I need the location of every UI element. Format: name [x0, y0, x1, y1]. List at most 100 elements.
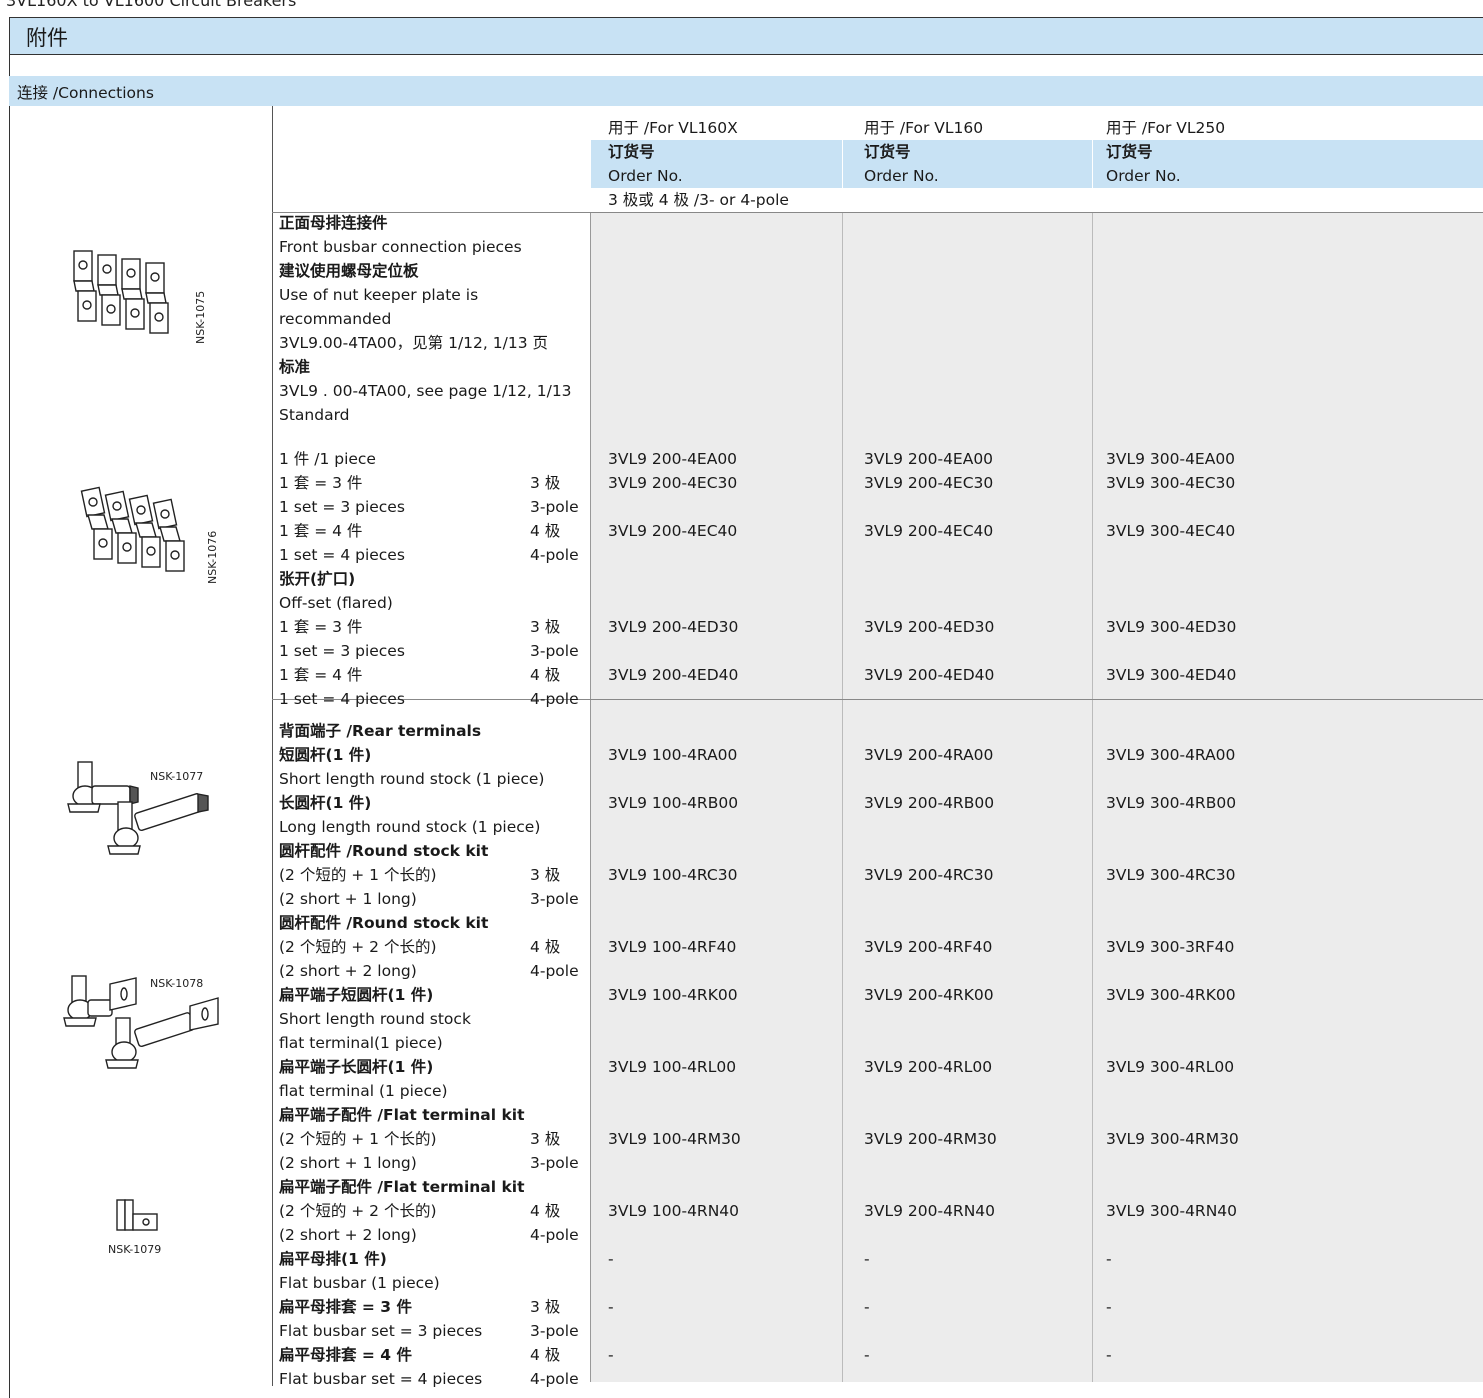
page-title: 附件: [26, 26, 68, 50]
row-description: 扁平端子长圆杆(1 件): [279, 1058, 434, 1076]
order-number-vl250: 3VL9 300-4RL00: [1106, 1058, 1235, 1076]
order-number-vl250: 3VL9 300-4EA00: [1106, 450, 1236, 468]
block1-line: 3VL9 . 00-4TA00, see page 1/12, 1/13: [279, 382, 572, 400]
row-description: 1 套 = 4 件: [279, 522, 363, 540]
image-label: NSK-1076: [206, 530, 219, 584]
row-description: 扁平端子配件 /Flat terminal kit: [279, 1106, 525, 1124]
order-number-vl160x: 3VL9 200-4EA00: [608, 450, 738, 468]
row-description: 1 set = 4 pieces: [279, 690, 405, 708]
order-number-vl250: 3VL9 300-4RB00: [1106, 794, 1237, 812]
row-description: (2 short + 1 long): [279, 890, 417, 908]
row-pole: 4 极: [530, 938, 561, 956]
divider-image-col: [272, 106, 273, 1386]
col2-order-en: Order No.: [864, 167, 939, 185]
order-number-vl250: 3VL9 300-4RA00: [1106, 746, 1236, 764]
block1-line: 正面母排连接件: [279, 214, 388, 232]
row-pole: 3 极: [530, 1130, 561, 1148]
order-number-vl160: -: [864, 1346, 870, 1364]
flat-busbar-icon: [116, 1199, 158, 1231]
order-number-vl160x: 3VL9 100-4RC30: [608, 866, 738, 884]
order-number-vl160: 3VL9 200-4ED30: [864, 618, 995, 636]
row-description: 1 套 = 3 件: [279, 474, 363, 492]
block1-line: 建议使用螺母定位板: [279, 262, 419, 280]
row-description: 圆杆配件 /Round stock kit: [279, 842, 489, 860]
col3-for: 用于 /For VL250: [1106, 119, 1226, 137]
row-description: (2 个短的 + 2 个长的): [279, 938, 437, 956]
row-description: 1 set = 3 pieces: [279, 642, 405, 660]
row-description: 圆杆配件 /Round stock kit: [279, 914, 489, 932]
row-description: flat terminal (1 piece): [279, 1082, 448, 1100]
row-description: 1 套 = 3 件: [279, 618, 363, 636]
order-number-vl160: 3VL9 200-4RL00: [864, 1058, 993, 1076]
row-description: 扁平母排套 = 3 件: [279, 1298, 412, 1316]
order-number-vl250: -: [1106, 1250, 1112, 1268]
col3-order-en: Order No.: [1106, 167, 1181, 185]
order-number-vl160x: 3VL9 100-4RM30: [608, 1130, 741, 1148]
col1-order-en: Order No.: [608, 167, 683, 185]
order-number-vl160: 3VL9 200-4RC30: [864, 866, 994, 884]
order-number-vl160x: 3VL9 200-4ED30: [608, 618, 739, 636]
col2-order-cn: 订货号: [864, 143, 911, 161]
row-pole: 4 极: [530, 1202, 561, 1220]
order-number-vl160x: 3VL9 100-4RB00: [608, 794, 739, 812]
row-pole: 4 极: [530, 666, 561, 684]
order-number-vl160: 3VL9 200-4RA00: [864, 746, 994, 764]
row-description: Long length round stock (1 piece): [279, 818, 541, 836]
order-number-vl250: 3VL9 300-4RK00: [1106, 986, 1236, 1004]
row-description: 长圆杆(1 件): [279, 794, 372, 812]
row-description: 短圆杆(1 件): [279, 746, 372, 764]
order-number-vl250: 3VL9 300-4EC30: [1106, 474, 1236, 492]
row-description: 1 件 /1 piece: [279, 450, 376, 468]
row-description: 张开(扩口): [279, 570, 356, 588]
row-pole: 3 极: [530, 618, 561, 636]
row-description: (2 short + 1 long): [279, 1154, 417, 1172]
row-pole: 3 极: [530, 866, 561, 884]
order-number-vl160: -: [864, 1250, 870, 1268]
order-number-vl160: 3VL9 200-4RN40: [864, 1202, 996, 1220]
row-description: (2 个短的 + 2 个长的): [279, 1202, 437, 1220]
order-number-vl160: 3VL9 200-4EC40: [864, 522, 994, 540]
row-description: 扁平母排(1 件): [279, 1250, 387, 1268]
col1-order-cn: 订货号: [608, 143, 655, 161]
order-number-vl160x: 3VL9 200-4EC30: [608, 474, 738, 492]
block-rule: [272, 699, 1483, 700]
row-description: 扁平端子短圆杆(1 件): [279, 986, 434, 1004]
row-description: 1 set = 4 pieces: [279, 546, 405, 564]
row-pole: 3-pole: [530, 642, 579, 660]
row-pole: 3-pole: [530, 498, 579, 516]
row-description: 扁平端子配件 /Flat terminal kit: [279, 1178, 525, 1196]
row-description: Off-set (flared): [279, 594, 393, 612]
order-number-vl250: 3VL9 300-4RC30: [1106, 866, 1236, 884]
block1-line: 3VL9.00-4TA00，见第 1/12, 1/13 页: [279, 334, 548, 352]
order-number-vl160x: -: [608, 1250, 614, 1268]
row-pole: 4-pole: [530, 962, 579, 980]
order-number-vl160: 3VL9 200-4RF40: [864, 938, 993, 956]
row-description: Flat busbar set = 4 pieces: [279, 1370, 483, 1388]
order-number-vl160x: 3VL9 100-4RK00: [608, 986, 738, 1004]
order-number-vl250: 3VL9 300-4ED30: [1106, 618, 1237, 636]
block1-line: 标准: [279, 358, 311, 376]
image-label: NSK-1075: [194, 290, 207, 344]
order-number-vl160x: 3VL9 100-4RA00: [608, 746, 738, 764]
row-pole: 4-pole: [530, 546, 579, 564]
order-number-vl160x: 3VL9 100-4RN40: [608, 1202, 740, 1220]
row-description: Flat busbar set = 3 pieces: [279, 1322, 483, 1340]
order-number-vl250: 3VL9 300-4RM30: [1106, 1130, 1239, 1148]
row-description: 背面端子 /Rear terminals: [279, 722, 482, 740]
order-number-vl250: -: [1106, 1346, 1112, 1364]
order-number-vl250: -: [1106, 1298, 1112, 1316]
row-description: Flat busbar (1 piece): [279, 1274, 440, 1292]
title-bar: 附件: [9, 17, 1483, 55]
order-number-vl160x: -: [608, 1346, 614, 1364]
row-pole: 4 极: [530, 1346, 561, 1364]
row-pole: 4-pole: [530, 1370, 579, 1388]
order-number-vl160: 3VL9 200-4ED40: [864, 666, 995, 684]
block1-line: recommanded: [279, 310, 392, 328]
order-number-vl160: 3VL9 200-4RM30: [864, 1130, 997, 1148]
image-label: NSK-1079: [108, 1243, 162, 1256]
order-number-vl160x: 3VL9 100-4RF40: [608, 938, 737, 956]
order-number-vl160x: 3VL9 200-4ED40: [608, 666, 739, 684]
busbar-connector-icon: [73, 250, 169, 334]
flared-connector-icon: [80, 486, 185, 572]
row-pole: 3-pole: [530, 890, 579, 908]
